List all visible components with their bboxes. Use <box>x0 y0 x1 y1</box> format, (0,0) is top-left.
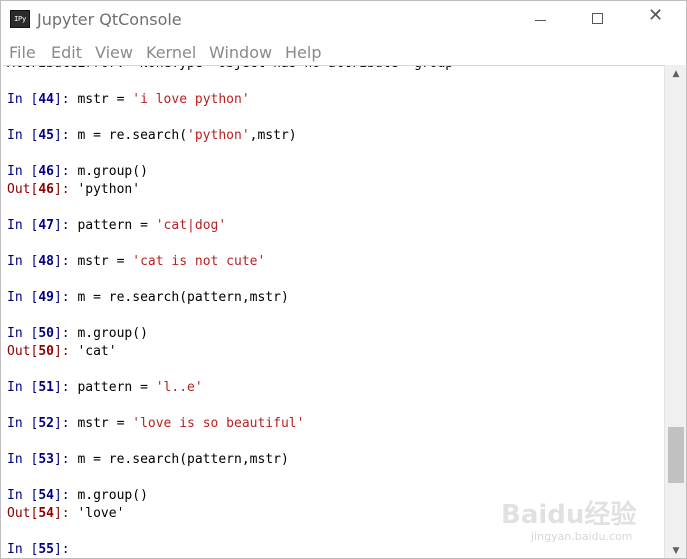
minimize-button[interactable] <box>517 1 565 39</box>
error-line: AttributeError: 'NoneType' object has no… <box>7 66 461 73</box>
scroll-up-arrow-icon[interactable]: ▲ <box>665 65 686 83</box>
input-line-50: In [50]: m.group() <box>7 326 148 341</box>
input-line-53: In [53]: m = re.search(pattern,mstr) <box>7 452 289 467</box>
menu-kernel[interactable]: Kernel <box>146 43 196 62</box>
ipython-app-icon: IPy <box>10 10 30 28</box>
input-line-55[interactable]: In [55]: <box>7 541 78 558</box>
menu-window[interactable]: Window <box>209 43 272 62</box>
vertical-scrollbar[interactable]: ▲ ▼ <box>664 65 686 558</box>
output-prompt: Out[50]: <box>7 344 78 359</box>
input-line-48: In [48]: mstr = 'cat is not cute' <box>7 254 266 269</box>
input-line-45: In [45]: m = re.search('python',mstr) <box>7 128 297 143</box>
input-line-44: In [44]: mstr = 'i love python' <box>7 92 250 107</box>
menu-bar: File Edit View Kernel Window Help <box>1 41 686 63</box>
scroll-down-arrow-icon[interactable]: ▼ <box>665 542 686 558</box>
input-prompt: In [54]: <box>7 488 78 503</box>
input-line-54: In [54]: m.group() <box>7 488 148 503</box>
input-prompt: In [50]: <box>7 326 78 341</box>
input-line-49: In [49]: m = re.search(pattern,mstr) <box>7 290 289 305</box>
title-bar: IPy Jupyter QtConsole ✕ <box>1 1 686 39</box>
minimize-icon <box>535 20 546 21</box>
close-icon: ✕ <box>648 5 664 26</box>
close-button[interactable]: ✕ <box>634 1 682 39</box>
input-prompt: In [52]: <box>7 416 78 431</box>
input-prompt: In [49]: <box>7 290 78 305</box>
maximize-icon <box>592 13 603 24</box>
input-line-52: In [52]: mstr = 'love is so beautiful' <box>7 416 305 431</box>
output-line-46: Out[46]: 'python' <box>7 182 141 197</box>
console-output-area[interactable]: AttributeError: 'NoneType' object has no… <box>3 65 664 558</box>
input-prompt: In [44]: <box>7 92 78 107</box>
input-prompt: In [55]: <box>7 542 78 557</box>
menu-edit[interactable]: Edit <box>51 43 82 62</box>
menu-view[interactable]: View <box>95 43 133 62</box>
output-line-54: Out[54]: 'love' <box>7 506 125 521</box>
output-line-50: Out[50]: 'cat' <box>7 344 117 359</box>
menu-file[interactable]: File <box>9 43 36 62</box>
input-prompt: In [53]: <box>7 452 78 467</box>
window-title: Jupyter QtConsole <box>37 10 182 29</box>
input-line-46: In [46]: m.group() <box>7 164 148 179</box>
input-line-47: In [47]: pattern = 'cat|dog' <box>7 218 227 233</box>
input-prompt: In [45]: <box>7 128 78 143</box>
maximize-button[interactable] <box>574 1 622 39</box>
output-prompt: Out[46]: <box>7 182 78 197</box>
input-prompt: In [51]: <box>7 380 78 395</box>
menu-help[interactable]: Help <box>285 43 321 62</box>
input-prompt: In [48]: <box>7 254 78 269</box>
output-prompt: Out[54]: <box>7 506 78 521</box>
input-line-51: In [51]: pattern = 'l..e' <box>7 380 203 395</box>
input-prompt: In [46]: <box>7 164 78 179</box>
scrollbar-thumb[interactable] <box>668 427 684 483</box>
input-prompt: In [47]: <box>7 218 78 233</box>
qtconsole-window: IPy Jupyter QtConsole ✕ File Edit View K… <box>0 0 687 559</box>
